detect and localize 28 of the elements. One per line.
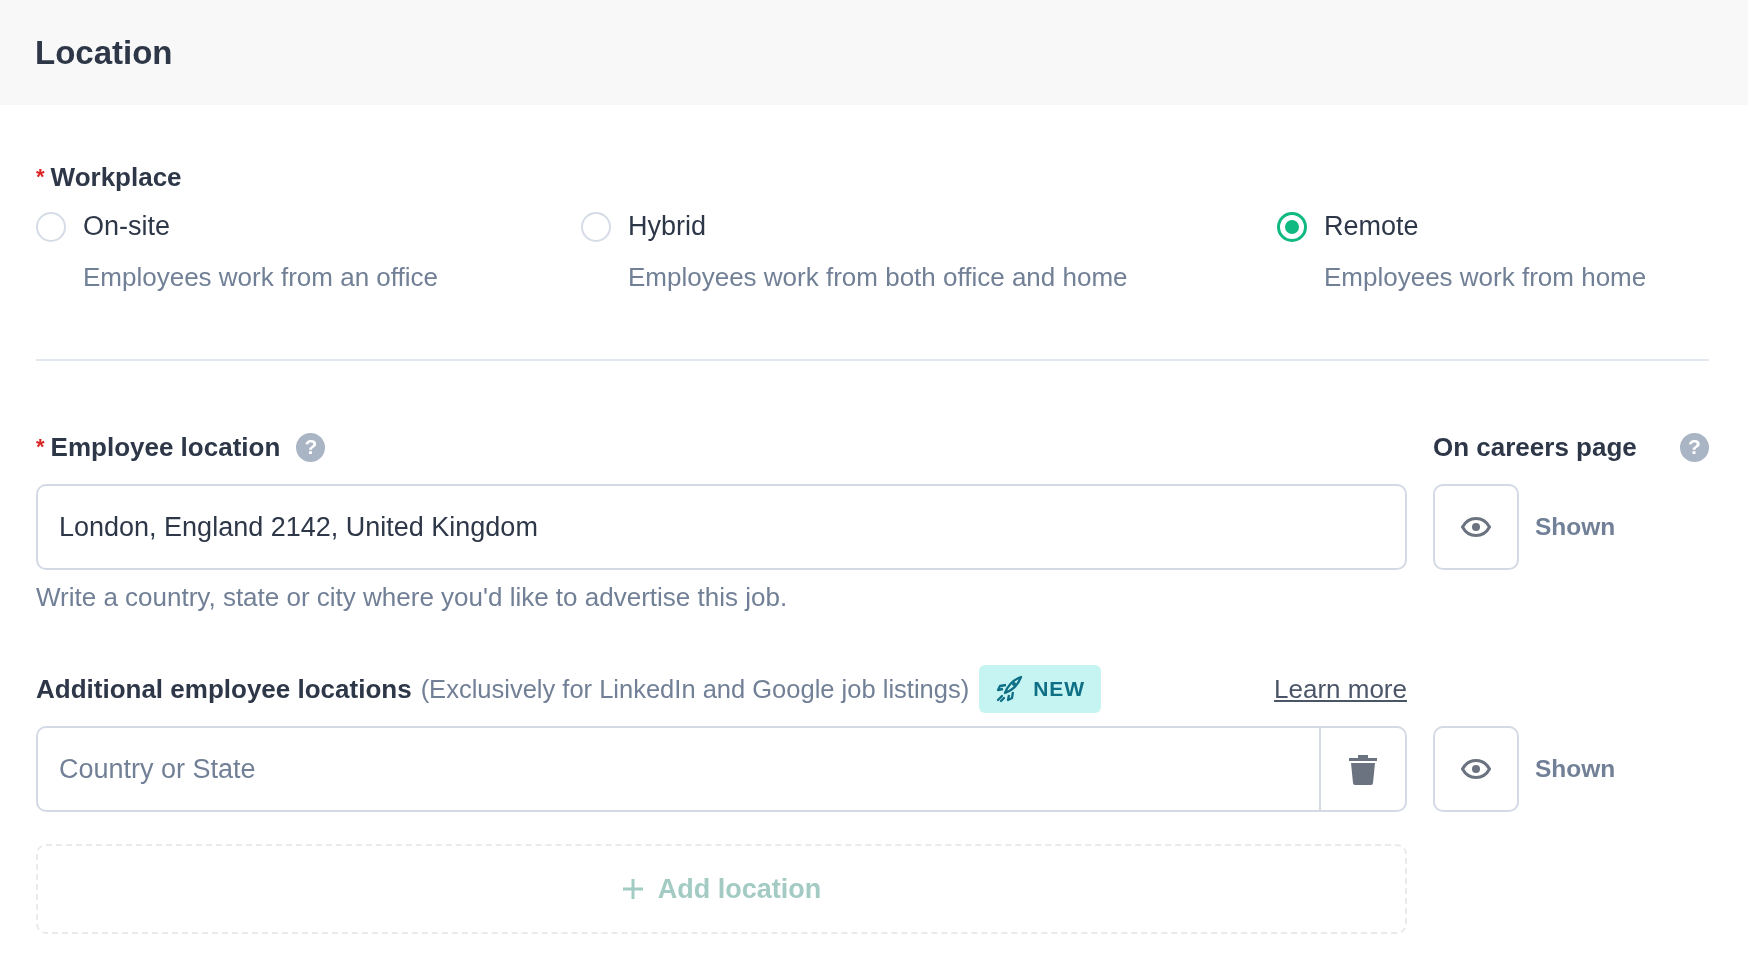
plus-icon <box>621 878 644 900</box>
learn-more-link[interactable]: Learn more <box>1274 673 1407 705</box>
option-description: Employees work from home <box>1324 262 1648 293</box>
field-note: (Exclusively for LinkedIn and Google job listings) <box>420 674 970 704</box>
location-input[interactable]: London, England 2142, United Kingdom <box>36 484 1407 570</box>
option-description: Employees work from both office and home <box>628 262 1129 293</box>
new-badge: NEW <box>979 665 1102 713</box>
visibility-toggle[interactable] <box>1433 484 1519 570</box>
visibility-toggle[interactable] <box>1433 726 1519 812</box>
option-label[interactable]: Hybrid <box>628 211 1277 242</box>
field-hint: Write a country, state or city where you'd like to advertise this job. <box>36 582 789 614</box>
required-mark: * <box>36 164 45 190</box>
option-description: Employees work from an office <box>83 262 439 293</box>
field-label: Additional employee locations <box>36 673 412 705</box>
field-label: Employee location <box>50 431 281 463</box>
radio-button[interactable] <box>1277 211 1307 242</box>
option-label[interactable]: Remote <box>1324 211 1709 242</box>
rocket-icon <box>995 675 1024 703</box>
option-label[interactable]: On-site <box>83 211 581 242</box>
eye-icon <box>1461 517 1491 537</box>
visibility-status: Shown <box>1535 755 1616 783</box>
trash-icon <box>1348 753 1378 785</box>
column-label: On careers page <box>1433 431 1637 463</box>
eye-icon <box>1461 759 1491 779</box>
required-mark: * <box>36 434 45 460</box>
field-label: Workplace <box>50 161 182 193</box>
visibility-status: Shown <box>1535 513 1616 541</box>
section-title: Location <box>35 33 173 72</box>
